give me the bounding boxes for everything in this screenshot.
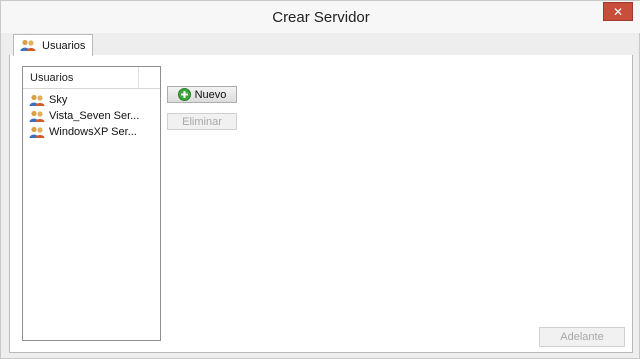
list-header: Usuarios bbox=[23, 67, 160, 89]
title-bar[interactable]: Crear Servidor ✕ bbox=[1, 1, 640, 33]
close-icon: ✕ bbox=[612, 4, 624, 19]
users-icon bbox=[29, 94, 45, 107]
eliminar-button[interactable]: Eliminar bbox=[167, 113, 237, 130]
users-icon bbox=[20, 39, 36, 52]
list-item-label: Vista_Seven Ser... bbox=[49, 110, 140, 122]
list-item[interactable]: WindowsXP Ser... bbox=[23, 124, 160, 140]
add-icon bbox=[177, 88, 191, 101]
column-header-usuarios[interactable]: Usuarios bbox=[23, 67, 139, 88]
window-title: Crear Servidor bbox=[272, 9, 370, 26]
nuevo-button[interactable]: Nuevo bbox=[167, 86, 237, 103]
nuevo-button-label: Nuevo bbox=[194, 88, 227, 101]
list-item-label: Sky bbox=[49, 94, 68, 106]
list-item[interactable]: Vista_Seven Ser... bbox=[23, 108, 160, 124]
crear-servidor-window: Crear Servidor ✕ Usuarios Usuarios Sky V… bbox=[0, 0, 640, 359]
tab-label: Usuarios bbox=[42, 39, 86, 52]
users-icon bbox=[29, 126, 45, 139]
user-list[interactable]: Usuarios Sky Vista_Seven Ser... WindowsX… bbox=[22, 66, 161, 341]
adelante-button-label: Adelante bbox=[560, 331, 604, 343]
list-item[interactable]: Sky bbox=[23, 92, 160, 108]
adelante-button[interactable]: Adelante bbox=[539, 327, 625, 347]
list-item-label: WindowsXP Ser... bbox=[49, 126, 137, 138]
tab-usuarios[interactable]: Usuarios bbox=[13, 34, 93, 56]
users-icon bbox=[29, 110, 45, 123]
eliminar-button-label: Eliminar bbox=[182, 115, 222, 128]
close-button[interactable]: ✕ bbox=[603, 2, 633, 21]
